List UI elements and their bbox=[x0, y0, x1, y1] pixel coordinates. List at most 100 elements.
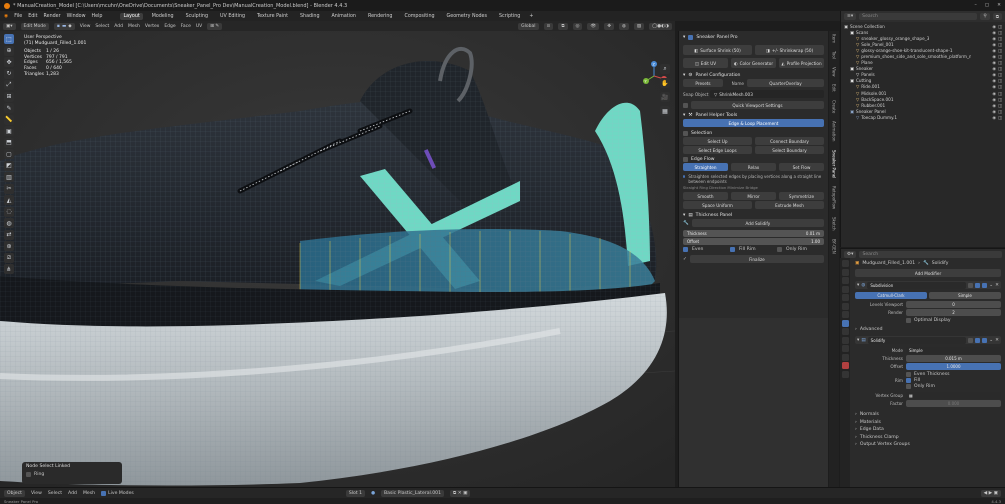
visibility-eye-icon[interactable]: ◉ bbox=[992, 109, 996, 114]
menu-add[interactable]: Add bbox=[114, 24, 123, 29]
editor-type-button[interactable]: ▣▾ bbox=[3, 22, 16, 30]
camera-visibility-icon[interactable]: ◫ bbox=[998, 115, 1002, 120]
extra-tools-button[interactable]: ⊞ ✎ bbox=[207, 22, 223, 30]
camera-icon[interactable]: 🎥 bbox=[660, 92, 670, 102]
subdivision-remove-icon[interactable]: ✕ bbox=[995, 283, 999, 288]
visibility-eye-icon[interactable]: ◉ bbox=[992, 48, 996, 53]
side-tab-edit[interactable]: Edit bbox=[832, 84, 837, 92]
cursor-icon[interactable]: ⊕ bbox=[4, 45, 14, 56]
status-menu-select[interactable]: Select bbox=[48, 491, 62, 496]
side-tab-animation[interactable]: Animation bbox=[832, 121, 837, 141]
scale-icon[interactable]: ⤢ bbox=[4, 80, 14, 90]
visibility-eye-icon[interactable]: ◉ bbox=[992, 115, 996, 120]
menu-vertex[interactable]: Vertex bbox=[145, 24, 159, 29]
side-tab-retopoflow[interactable]: RetopoFlow bbox=[832, 186, 837, 209]
solidify-render-toggle[interactable] bbox=[982, 337, 988, 343]
shrinkwrap-button[interactable]: ◨ +/- Shrinkwrap (50) bbox=[755, 45, 824, 55]
output-tab-icon[interactable] bbox=[841, 277, 849, 284]
material-tab-icon[interactable] bbox=[841, 362, 849, 369]
add-cube-icon[interactable]: ▣ bbox=[4, 126, 14, 136]
side-tab-tool[interactable]: Tool bbox=[832, 51, 837, 59]
data-tab-icon[interactable] bbox=[841, 353, 849, 361]
poly-build-icon[interactable]: ◭ bbox=[4, 195, 14, 205]
timeline-controls[interactable]: ◀ ▶ ▣ bbox=[980, 489, 1001, 497]
camera-visibility-icon[interactable]: ◫ bbox=[998, 30, 1002, 35]
shear-icon[interactable]: ⧄ bbox=[4, 252, 14, 263]
panel-configuration-header[interactable]: ▾ ⚙ Panel Configuration bbox=[683, 71, 824, 79]
camera-visibility-icon[interactable]: ◫ bbox=[998, 24, 1002, 29]
filter-icon[interactable]: ⚲ bbox=[980, 13, 990, 20]
view-layer-tab-icon[interactable] bbox=[841, 285, 849, 293]
camera-visibility-icon[interactable]: ◫ bbox=[998, 103, 1002, 108]
solidify-offset-field[interactable]: 1.0000 bbox=[906, 363, 1001, 370]
outliner-search[interactable]: Search bbox=[859, 13, 978, 20]
preset-name-field[interactable]: QuarterOverlay bbox=[747, 79, 824, 87]
solidify-remove-icon[interactable]: ✕ bbox=[995, 338, 999, 343]
levels-viewport-field[interactable]: 0 bbox=[906, 301, 1001, 308]
annotate-icon[interactable]: ✎ bbox=[4, 103, 14, 113]
visibility-eye-icon[interactable]: ◉ bbox=[992, 24, 996, 29]
rotate-icon[interactable]: ↻ bbox=[4, 68, 14, 79]
shrink-fatten-icon[interactable]: ⊛ bbox=[4, 241, 14, 251]
select-box-icon[interactable]: ⬚ bbox=[4, 34, 14, 44]
subdivision-viewport-toggle[interactable] bbox=[975, 282, 981, 288]
smooth-button[interactable]: Smooth bbox=[683, 192, 728, 200]
visibility-eye-icon[interactable]: ◉ bbox=[992, 66, 996, 71]
tab-rendering[interactable]: Rendering bbox=[365, 13, 396, 20]
edge-slide-icon[interactable]: ⇄ bbox=[4, 229, 14, 240]
menu-edit[interactable]: Edit bbox=[28, 14, 37, 19]
visibility-eye-icon[interactable]: ◉ bbox=[992, 84, 996, 89]
menu-view[interactable]: View bbox=[80, 24, 91, 29]
thickness-slider[interactable]: Thickness 0.01 m bbox=[683, 230, 824, 237]
menu-help[interactable]: Help bbox=[92, 14, 103, 19]
measure-icon[interactable]: 📏 bbox=[4, 114, 14, 125]
orientation-selector[interactable]: Global bbox=[518, 22, 539, 30]
menu-edge[interactable]: Edge bbox=[164, 24, 175, 29]
visibility-eye-icon[interactable]: ◉ bbox=[992, 72, 996, 77]
surface-shrink-button[interactable]: ◧ Surface Shrink (50) bbox=[683, 45, 752, 55]
smooth-icon[interactable]: ◍ bbox=[4, 218, 14, 228]
visibility-eye-icon[interactable]: ◉ bbox=[992, 97, 996, 102]
tab-sculpting[interactable]: Sculpting bbox=[183, 13, 211, 20]
edge-loop-placement-button[interactable]: Edge & Loop Placement bbox=[683, 119, 824, 127]
camera-visibility-icon[interactable]: ◫ bbox=[998, 66, 1002, 71]
color-generator-button[interactable]: ◐ Color Generator bbox=[731, 58, 776, 68]
world-tab-icon[interactable] bbox=[841, 302, 849, 310]
move-icon[interactable]: ✥ bbox=[4, 57, 14, 67]
edge-flow-toggle[interactable] bbox=[683, 156, 688, 162]
xray-icon[interactable]: ▨ bbox=[633, 22, 645, 30]
inset-icon[interactable]: ▢ bbox=[4, 149, 14, 159]
overlay-icon[interactable]: ◍ bbox=[618, 22, 629, 30]
material-actions[interactable]: ⧉ ✕ ▣ bbox=[450, 489, 471, 497]
tab-uv-editing[interactable]: UV Editing bbox=[217, 13, 248, 20]
camera-visibility-icon[interactable]: ◫ bbox=[998, 48, 1002, 53]
even-checkbox[interactable] bbox=[683, 247, 688, 252]
3d-viewport[interactable]: Z X Y bbox=[0, 31, 675, 487]
tab-modeling[interactable]: Modeling bbox=[149, 13, 177, 20]
tab-geometry-nodes[interactable]: Geometry Nodes bbox=[444, 13, 490, 20]
status-menu-view[interactable]: View bbox=[31, 491, 42, 496]
visibility-eye-icon[interactable]: ◉ bbox=[992, 78, 996, 83]
menu-select[interactable]: Select bbox=[95, 24, 109, 29]
straighten-button[interactable]: Straighten bbox=[683, 163, 728, 171]
camera-visibility-icon[interactable]: ◫ bbox=[998, 72, 1002, 77]
solidify-name-field[interactable]: Solidify bbox=[867, 336, 967, 344]
side-tab-item[interactable]: Item bbox=[832, 34, 837, 43]
proportional-edit-icon[interactable]: ◎ bbox=[572, 22, 583, 30]
camera-visibility-icon[interactable]: ◫ bbox=[998, 54, 1002, 59]
add-solidify-button[interactable]: Add Solidify bbox=[691, 219, 824, 227]
pan-icon[interactable]: ✋ bbox=[660, 78, 670, 88]
optimal-display-checkbox[interactable] bbox=[906, 318, 911, 323]
menu-file[interactable]: File bbox=[14, 14, 22, 19]
close-icon[interactable]: ✕ bbox=[997, 3, 1001, 8]
minimize-icon[interactable]: – bbox=[975, 3, 977, 8]
camera-visibility-icon[interactable]: ◫ bbox=[998, 91, 1002, 96]
select-up-button[interactable]: Select Up bbox=[683, 137, 752, 145]
side-tab-bygen[interactable]: BY-GEN bbox=[832, 239, 837, 254]
camera-visibility-icon[interactable]: ◫ bbox=[998, 60, 1002, 65]
select-boundary-button[interactable]: Select Boundary bbox=[755, 146, 824, 154]
quick-settings-toggle[interactable] bbox=[683, 102, 688, 108]
subdivision-editmode-toggle[interactable] bbox=[968, 282, 974, 288]
selection-toggle[interactable] bbox=[683, 130, 688, 136]
panel-helper-tools-header[interactable]: ▾ ⚒ Panel Helper Tools bbox=[683, 111, 824, 119]
